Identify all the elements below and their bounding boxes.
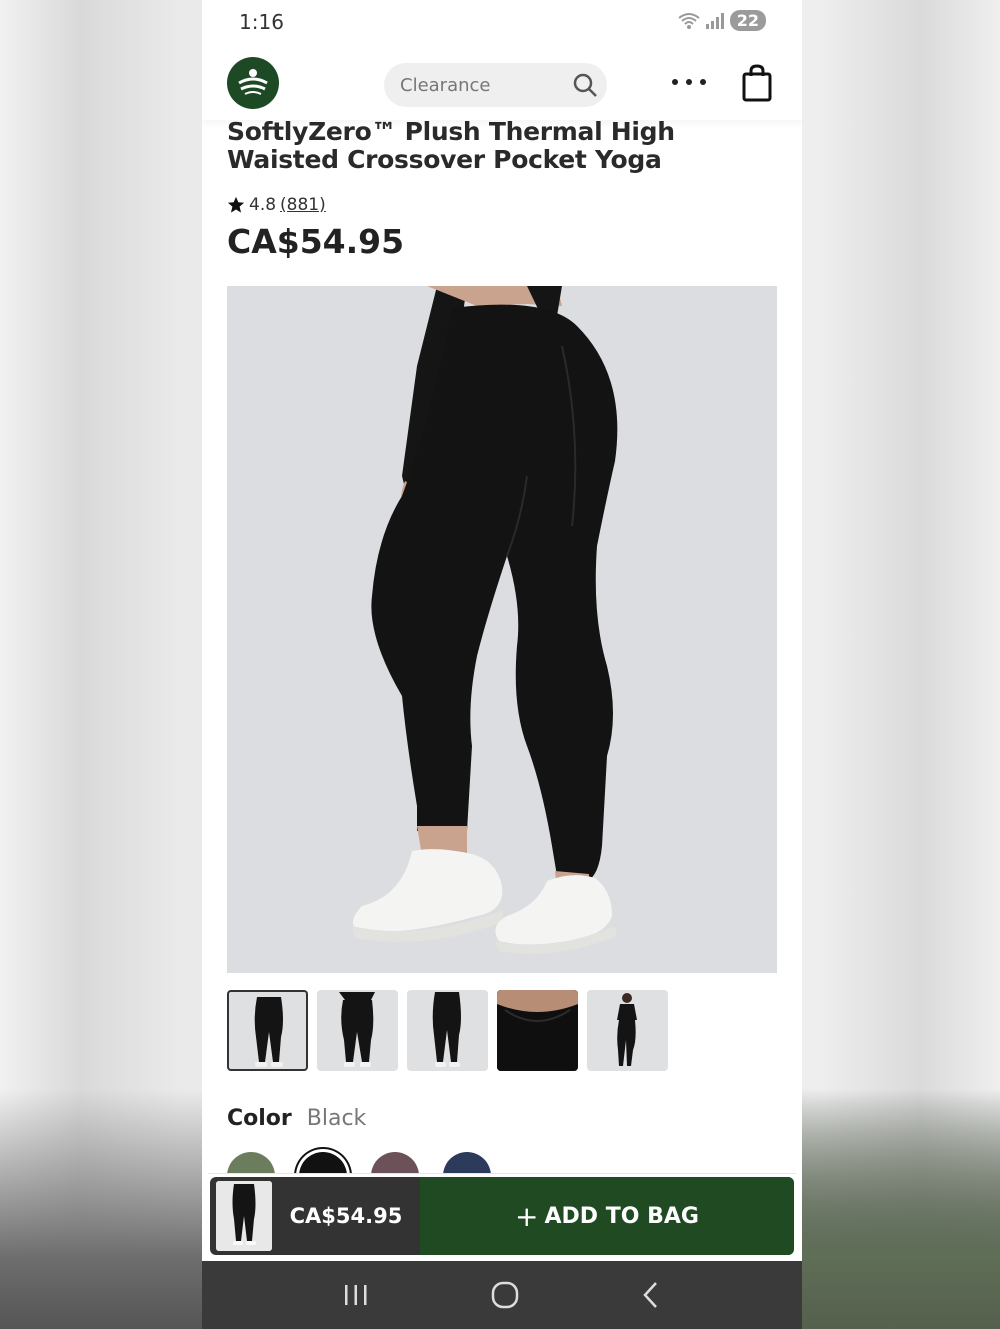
bag-price: CA$54.95: [289, 1204, 403, 1228]
product-main-image[interactable]: [227, 286, 777, 973]
thumbnail-image: [339, 992, 375, 1067]
status-time: 1:16: [239, 10, 284, 34]
search-bar[interactable]: Clearance: [384, 63, 607, 107]
thumbnail-3[interactable]: [407, 990, 488, 1071]
search-icon[interactable]: [563, 63, 607, 107]
add-to-bag-container: CA$54.95 + ADD TO BAG: [210, 1177, 794, 1255]
signal-icon: [705, 12, 724, 29]
status-bar: 1:16 22: [202, 0, 802, 48]
back-icon[interactable]: [639, 1280, 663, 1310]
product-rating[interactable]: 4.8 (881): [227, 195, 326, 215]
color-value: Black: [306, 1106, 367, 1131]
shopping-bag-icon[interactable]: [741, 64, 773, 102]
thumbnail-image: [617, 993, 637, 1066]
thumbnail-4[interactable]: [497, 990, 578, 1071]
leggings-model-image: [227, 286, 777, 973]
thumbnail-2[interactable]: [317, 990, 398, 1071]
product-price: CA$54.95: [227, 222, 405, 261]
star-icon: [227, 196, 245, 213]
thumbnail-image: [497, 990, 578, 1071]
thumbnail-5[interactable]: [587, 990, 668, 1071]
background-blur-right: [800, 1089, 1000, 1329]
color-label: Color: [227, 1106, 292, 1131]
search-input[interactable]: Clearance: [400, 75, 563, 96]
app-header: Clearance: [202, 48, 802, 120]
review-count-link[interactable]: (881): [280, 195, 326, 215]
home-icon[interactable]: [490, 1280, 520, 1310]
thumbnail-image: [432, 992, 461, 1067]
add-to-bag-bar: CA$54.95 + ADD TO BAG: [208, 1173, 796, 1259]
wifi-icon: [678, 12, 700, 29]
rating-value: 4.8: [249, 195, 277, 215]
more-options-icon[interactable]: [672, 70, 706, 94]
thumbnail-1[interactable]: [227, 990, 308, 1071]
status-icons: 22: [678, 10, 766, 31]
logo-icon: [238, 69, 268, 95]
thumbnail-image: [254, 997, 283, 1067]
phone-screen: 1:16 22 Clearance SoftlyZero™ Plush Ther…: [202, 0, 802, 1329]
add-to-bag-button[interactable]: + ADD TO BAG: [420, 1177, 794, 1255]
add-to-bag-label: ADD TO BAG: [544, 1203, 699, 1229]
brand-logo[interactable]: [227, 57, 279, 109]
product-title: SoftlyZero™ Plush Thermal High Waisted C…: [227, 117, 675, 174]
recent-apps-icon[interactable]: [341, 1282, 371, 1308]
system-nav-bar: [202, 1261, 802, 1329]
thumbnail-image: [216, 1181, 272, 1251]
bag-product-thumbnail: [216, 1181, 272, 1251]
battery-indicator: 22: [729, 10, 766, 31]
thumbnail-strip: [227, 990, 668, 1071]
plus-icon: +: [515, 1199, 539, 1233]
color-selector-label: Color Black: [227, 1106, 366, 1131]
